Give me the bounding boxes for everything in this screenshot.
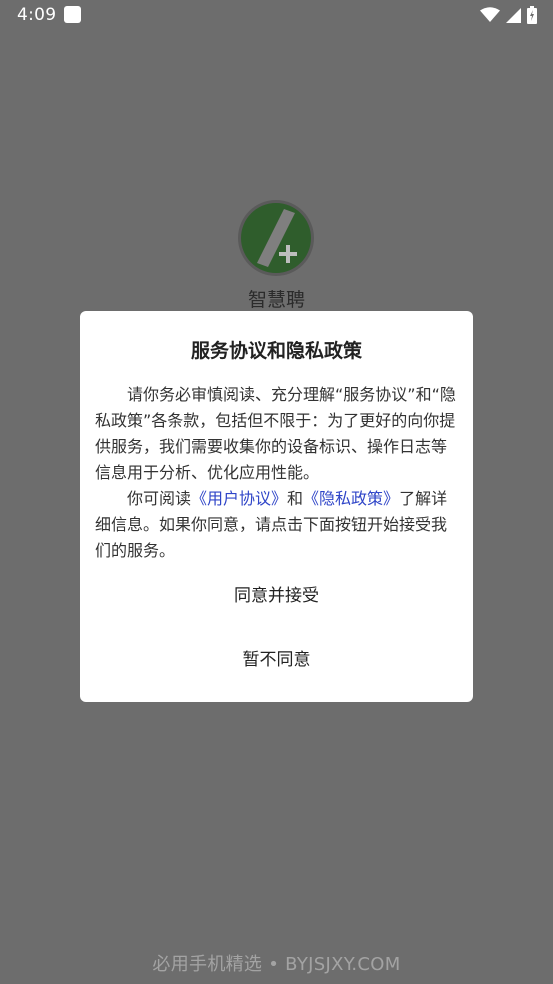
dialog-paragraph-1: 请你务必审慎阅读、充分理解“服务协议”和“隐私政策”各条款，包括但不限于：为了更… [95,385,456,482]
dialog-title: 服务协议和隐私政策 [190,340,362,362]
agree-button[interactable]: 同意并接受 [80,576,473,616]
app-name: 智慧聘 [247,289,305,311]
battery-icon [527,6,537,24]
dialog-paragraph-2: 你可阅读《用户协议》和《隐私政策》了解详细信息。如果你同意，请点击下面按钮开始接… [95,486,458,564]
privacy-policy-link[interactable]: 《隐私政策》 [303,489,399,508]
signal-icon [506,7,521,23]
para2-and: 和 [287,489,304,508]
privacy-dialog: 服务协议和隐私政策 请你务必审慎阅读、充分理解“服务协议”和“隐私政策”各条款，… [80,311,473,702]
status-bar: 4:09 [0,0,553,32]
watermark-text: 必用手机精选 • BYJSJXY.COM [152,954,401,975]
wifi-icon [480,7,500,22]
status-time: 4:09 [17,5,57,25]
decline-button[interactable]: 暂不同意 [80,640,473,680]
status-icons [480,6,537,24]
app-logo-icon [238,200,314,276]
user-agreement-link[interactable]: 《用户协议》 [191,489,287,508]
notification-icon [64,6,81,23]
dialog-body: 请你务必审慎阅读、充分理解“服务协议”和“隐私政策”各条款，包括但不限于：为了更… [95,382,458,564]
para2-prefix: 你可阅读 [127,489,192,508]
